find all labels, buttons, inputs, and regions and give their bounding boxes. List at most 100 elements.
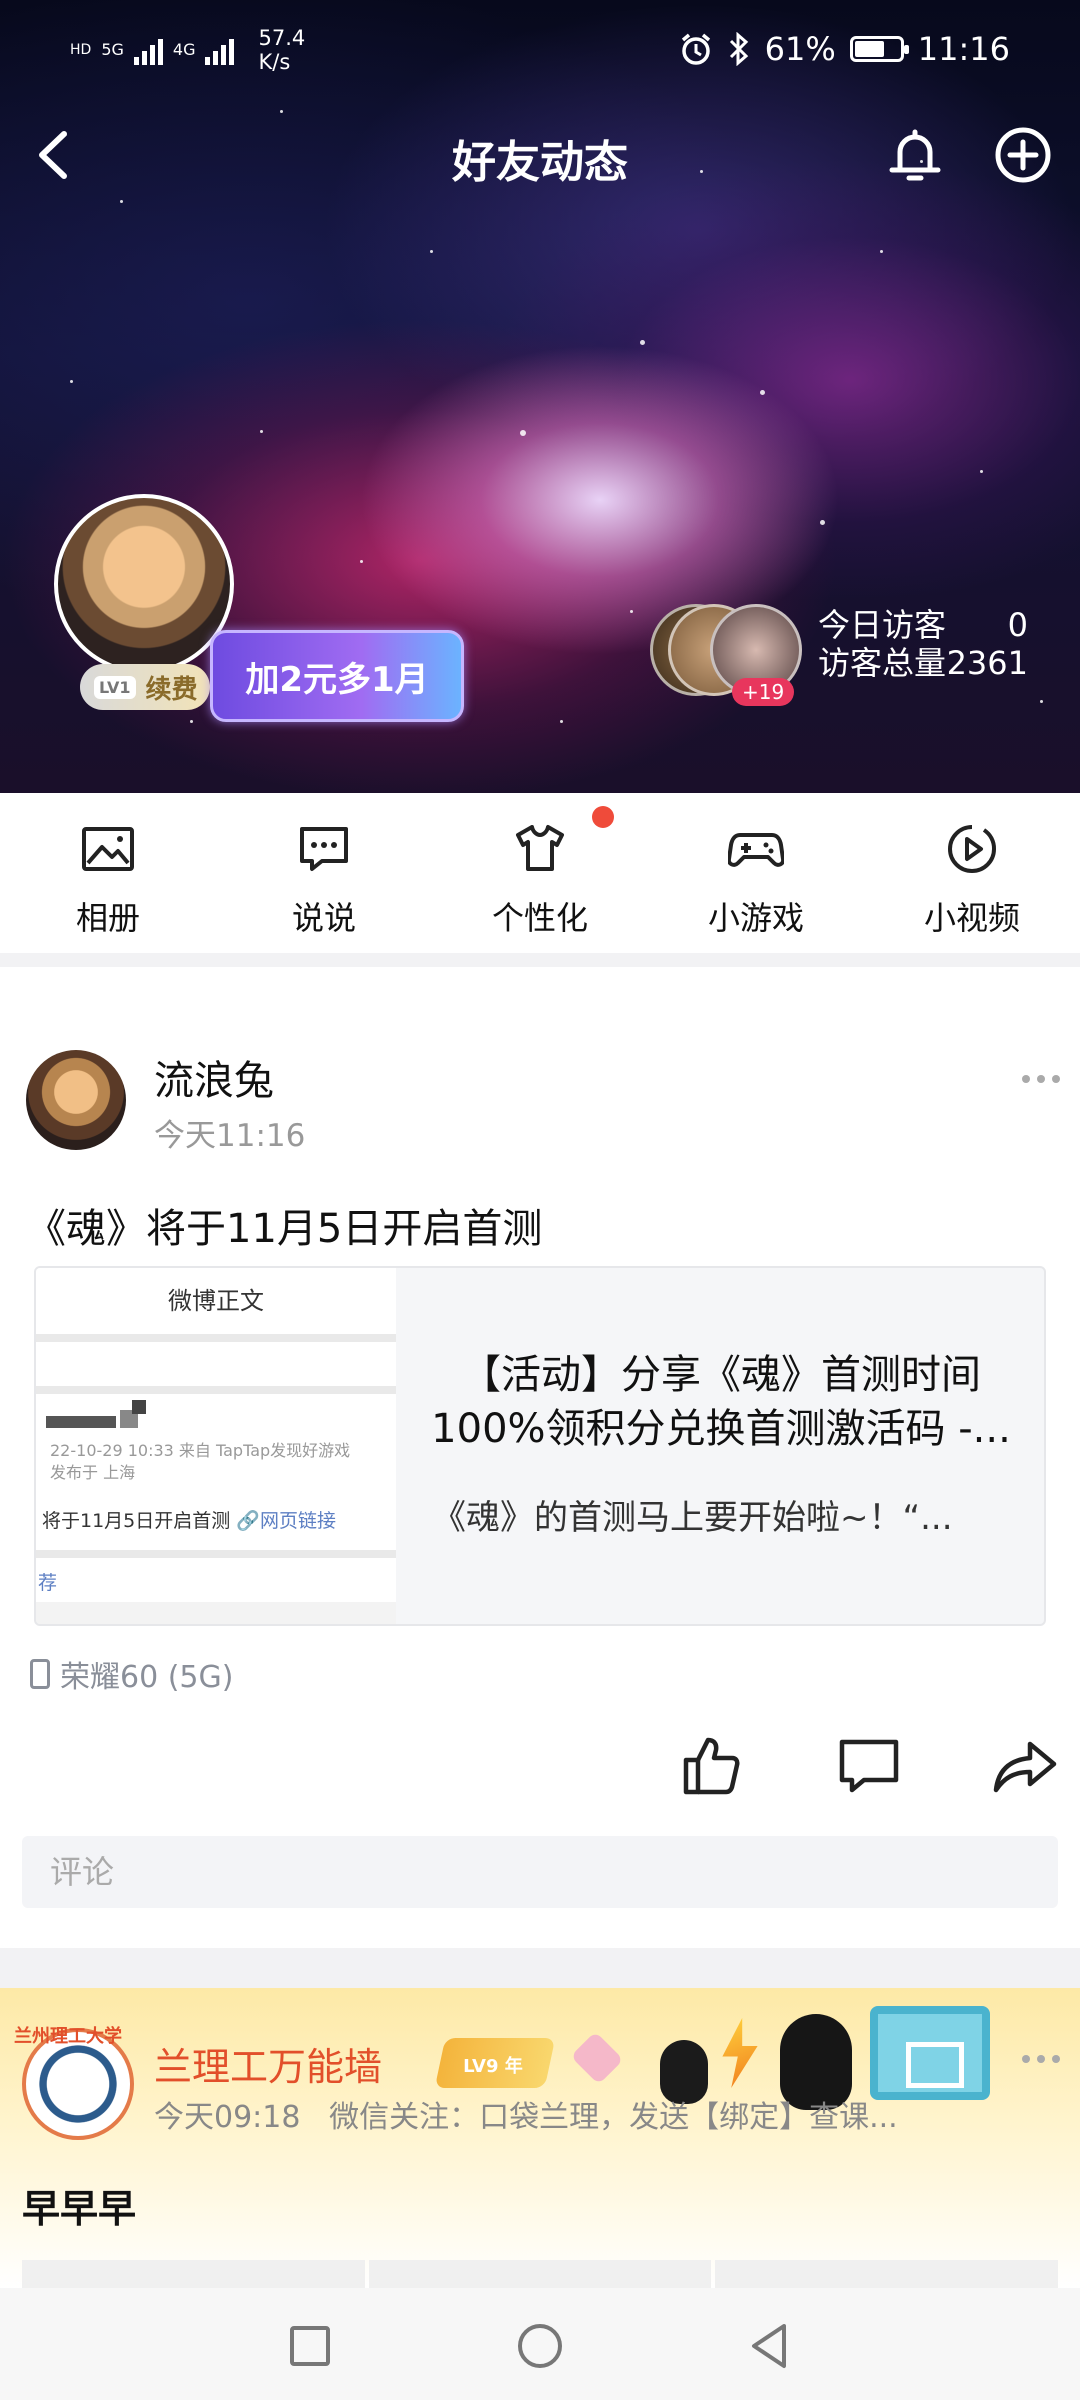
- thumb-block: [36, 1342, 396, 1386]
- post2-avatar-badge-text: 兰州理工大学: [14, 2026, 122, 2047]
- share-arrow-icon: [993, 1741, 1057, 1793]
- post-more-button[interactable]: [1016, 1064, 1066, 1094]
- add-button[interactable]: [988, 120, 1058, 190]
- star: [70, 380, 73, 383]
- post-image[interactable]: [715, 2260, 1059, 2288]
- promo-banner[interactable]: 加2元多1月: [210, 630, 464, 722]
- star: [260, 430, 263, 433]
- system-indicators: 61% 11:16: [679, 30, 1010, 68]
- basketball-hoop-icon: [870, 2006, 990, 2100]
- post-time: 今天11:16: [154, 1118, 306, 1154]
- bluetooth-icon: [729, 32, 748, 66]
- post-image[interactable]: [22, 2260, 365, 2288]
- total-visitors-row: 访客总量 2361: [818, 644, 1028, 682]
- thumb-divider: [36, 1386, 396, 1394]
- vip-level-value: LV9: [463, 2056, 499, 2077]
- network-5g-label: 5G: [101, 40, 124, 59]
- play-icon: [948, 825, 996, 873]
- star: [1040, 700, 1043, 703]
- post-text: 《魂》将于11月5日开启首测: [26, 1206, 543, 1252]
- post-username[interactable]: 流浪兔: [154, 1048, 274, 1106]
- post2-time: 今天09:18: [154, 2100, 301, 2135]
- total-visitors-value: 2361: [946, 644, 1028, 682]
- thumb-rec: 荐: [38, 1572, 58, 1594]
- feed-post-2[interactable]: 兰州理工大学 兰理工万能墙 LV9 年 今天09:18 微信关注：口袋兰理，发送…: [0, 1988, 1080, 2288]
- divider: [0, 953, 1080, 967]
- total-visitors-label: 访客总量: [818, 644, 947, 682]
- network-4g-label: 4G: [172, 40, 196, 59]
- thumb-meta: 发布于 上海: [50, 1463, 136, 1482]
- star: [640, 340, 645, 345]
- star: [820, 520, 825, 525]
- shared-link-card[interactable]: 微博正文 22-10-29 10:33 来自 TapTap发现好游戏 发布于 上…: [34, 1266, 1046, 1626]
- post-avatar[interactable]: [26, 1050, 126, 1150]
- today-visitors-value: 0: [1007, 606, 1028, 644]
- status-bar: HD 5G 4G 57.4 K/s 61% 11:16: [0, 0, 1080, 100]
- action-album[interactable]: 相册: [0, 793, 216, 953]
- post2-images[interactable]: [22, 2260, 1059, 2288]
- link-card-description: 《魂》的首测马上要开始啦~！“...: [432, 1498, 953, 1538]
- post2-more-button[interactable]: [1016, 2044, 1066, 2074]
- notifications-button[interactable]: [880, 120, 950, 190]
- recents-button[interactable]: [280, 2316, 340, 2376]
- vip-level-badge: LV9 年: [434, 2038, 556, 2088]
- quick-actions: 相册 说说 个性化 小游戏 小视频: [0, 793, 1080, 953]
- action-label: 相册: [75, 899, 140, 937]
- star: [980, 470, 983, 473]
- star: [190, 720, 193, 723]
- thumb-link-text: 🔗网页链接: [236, 1510, 336, 1532]
- link-card-title: 【活动】分享《魂》首测时间 100%领积分兑换首测激活码 -...: [416, 1348, 1026, 1456]
- message-icon: [300, 827, 348, 871]
- post-device: 荣耀60 (5G): [30, 1652, 233, 1696]
- profile-avatar[interactable]: [54, 494, 234, 674]
- plus-circle-icon: [995, 127, 1051, 183]
- level-badge: LV1: [94, 675, 136, 699]
- star: [360, 560, 363, 563]
- like-button[interactable]: [676, 1730, 746, 1800]
- thumb-redacted: [46, 1416, 116, 1428]
- comment-input[interactable]: [22, 1836, 1058, 1908]
- action-label: 说说: [291, 899, 356, 937]
- thumb-divider: [36, 1550, 396, 1558]
- thumb-divider: [36, 1334, 396, 1342]
- more-dots-icon: [1022, 1075, 1060, 1083]
- post2-source: 微信关注：口袋兰理，发送【绑定】查课...: [329, 2100, 898, 2135]
- action-personalize[interactable]: 个性化: [432, 793, 648, 953]
- back-nav-button[interactable]: [740, 2316, 800, 2376]
- lightning-icon: [722, 2018, 758, 2088]
- star: [520, 430, 526, 436]
- cover-background[interactable]: HD 5G 4G 57.4 K/s 61% 11:16 好友动态 LV1 续费 …: [0, 0, 1080, 793]
- network-indicators: HD 5G 4G 57.4 K/s: [70, 26, 305, 74]
- visitors-more-badge: +19: [732, 678, 795, 706]
- renew-label: 续费: [145, 674, 198, 705]
- signal-icon: [205, 35, 235, 65]
- star: [760, 390, 765, 395]
- action-label: 个性化: [491, 899, 588, 937]
- vip-renew-badge[interactable]: LV1 续费: [80, 664, 210, 710]
- action-minigame[interactable]: 小游戏: [648, 793, 864, 953]
- bell-icon: [889, 129, 941, 181]
- share-button[interactable]: [990, 1730, 1060, 1800]
- thumb-title: 微博正文: [36, 1268, 396, 1334]
- action-label: 小视频: [923, 899, 1020, 937]
- device-name: 荣耀60 (5G): [60, 1660, 234, 1695]
- promo-text: 加2元多1月: [245, 659, 429, 700]
- star: [630, 610, 633, 613]
- today-visitors-label: 今日访客: [818, 606, 947, 644]
- visitor-stats[interactable]: 今日访客 0 访客总量 2361: [818, 606, 1028, 682]
- thumb-block: [36, 1558, 396, 1602]
- action-shortvideo[interactable]: 小视频: [864, 793, 1080, 953]
- vip-year-label: 年: [504, 2056, 523, 2077]
- thumbs-up-icon: [683, 1737, 740, 1795]
- thumb-line: 将于11月5日开启首测 🔗网页链接: [42, 1506, 336, 1533]
- comment-icon: [839, 1739, 899, 1793]
- post-image[interactable]: [368, 2260, 712, 2288]
- gamepad-icon: [728, 833, 784, 867]
- comment-button[interactable]: [834, 1730, 904, 1800]
- square-icon: [290, 2326, 330, 2366]
- home-button[interactable]: [510, 2316, 570, 2376]
- link-card-title-line: 【活动】分享《魂》首测时间: [461, 1352, 981, 1398]
- star: [120, 200, 123, 203]
- post2-username[interactable]: 兰理工万能墙: [154, 2036, 382, 2091]
- action-shuoshuo[interactable]: 说说: [216, 793, 432, 953]
